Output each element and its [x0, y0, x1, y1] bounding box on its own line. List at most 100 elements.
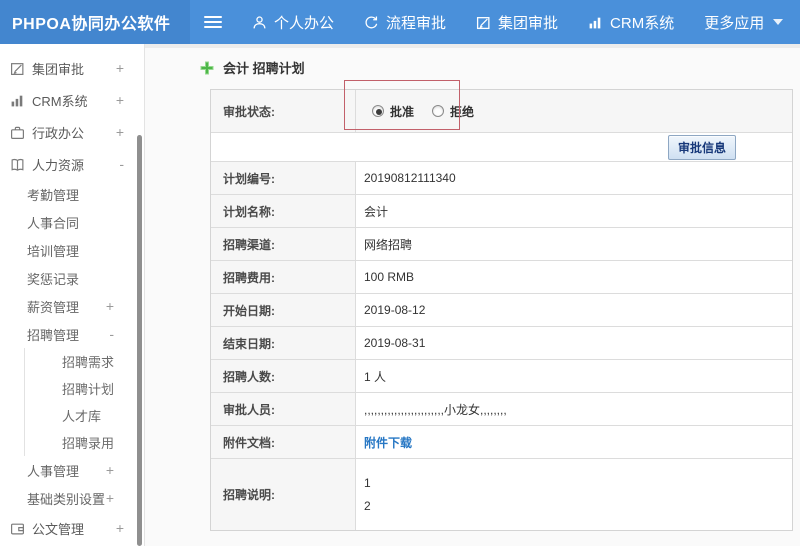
field-label: 招聘人数: — [211, 360, 356, 392]
field-value: ,,,,,,,,,,,,,,,,,,,,,,,,小龙女,,,,,,,, — [356, 393, 792, 425]
sidebar-item-salary-mgmt[interactable]: 薪资管理 + — [0, 292, 144, 320]
nav-item-group-approval[interactable]: 集团审批 — [476, 12, 558, 33]
sidebar-item-admin-office[interactable]: 行政办公 + — [0, 116, 144, 148]
sidebar-item-group-approval[interactable]: 集团审批 + — [0, 52, 144, 84]
expand-toggle-icon[interactable]: + — [106, 462, 114, 478]
form-row-plan-number: 计划编号: 20190812111340 — [211, 162, 792, 195]
sidebar-item-document-mgmt[interactable]: 公文管理 + — [0, 512, 144, 544]
topbar: PHPOA协同办公软件 个人办公 流程审批 集团审批 CRM系统 更多应用 — [0, 0, 800, 44]
sidebar-item-label: 招聘计划 — [62, 382, 115, 397]
form-row-approve-button: 审批信息 — [211, 133, 792, 162]
collapse-toggle-icon[interactable]: - — [109, 326, 114, 342]
expand-toggle-icon[interactable]: + — [116, 124, 124, 140]
sidebar-item-attendance-mgmt[interactable]: 考勤管理 — [0, 180, 144, 208]
edit-icon — [11, 62, 24, 75]
hamburger-menu-icon[interactable] — [204, 13, 222, 31]
nav-label: CRM系统 — [610, 14, 675, 32]
sidebar-item-training-mgmt[interactable]: 培训管理 — [0, 236, 144, 264]
radio-unchecked-icon[interactable] — [432, 105, 445, 117]
sidebar-item-label: 人事管理 — [27, 463, 80, 479]
radio-checked-icon[interactable] — [372, 105, 384, 117]
sidebar-item-recruit-hiring[interactable]: 招聘录用 — [24, 429, 144, 456]
description-line: 2 — [364, 499, 371, 513]
radio-approve[interactable]: 批准 — [372, 103, 414, 120]
sidebar-item-label: 培训管理 — [27, 243, 80, 259]
collapse-toggle-icon[interactable]: - — [119, 156, 124, 172]
expand-toggle-icon[interactable]: + — [116, 60, 124, 76]
sidebar-item-label: 集团审批 — [32, 61, 85, 77]
radio-reject-label: 拒绝 — [450, 104, 475, 119]
expand-toggle-icon[interactable]: + — [106, 490, 114, 506]
book-icon — [11, 158, 24, 171]
field-value: 2019-08-12 — [356, 294, 792, 326]
field-label: 审批人员: — [211, 393, 356, 425]
sidebar-item-recruit-demand[interactable]: 招聘需求 — [24, 348, 144, 375]
form-row-status: 审批状态: 批准 拒绝 — [211, 90, 792, 133]
attachment-download-link[interactable]: 附件下载 — [364, 434, 412, 451]
field-label: 招聘渠道: — [211, 228, 356, 260]
form-row-recruit-channel: 招聘渠道: 网络招聘 — [211, 228, 792, 261]
field-value: 1 人 — [356, 360, 792, 392]
field-label: 计划名称: — [211, 195, 356, 227]
sidebar-item-recruit-mgmt[interactable]: 招聘管理 - — [0, 320, 144, 348]
field-label: 审批状态: — [211, 90, 356, 132]
bar-chart-icon — [589, 17, 601, 28]
nav-item-process-approval[interactable]: 流程审批 — [364, 12, 446, 33]
sidebar-item-personnel-mgmt[interactable]: 人事管理 + — [0, 456, 144, 484]
top-nav: 个人办公 流程审批 集团审批 CRM系统 更多应用 — [252, 12, 784, 33]
nav-item-personal-office[interactable]: 个人办公 — [252, 12, 334, 33]
sidebar-item-label: 公文管理 — [32, 521, 85, 537]
person-icon — [253, 15, 266, 28]
field-value: 2019-08-31 — [356, 327, 792, 359]
edit-icon — [476, 16, 490, 29]
expand-toggle-icon[interactable]: + — [106, 298, 114, 314]
sidebar-item-label: 奖惩记录 — [27, 271, 80, 287]
form-row-attachment: 附件文档: 附件下载 — [211, 426, 792, 459]
field-value: 1 2 — [356, 459, 792, 530]
field-label: 附件文档: — [211, 426, 356, 458]
approve-info-button[interactable]: 审批信息 — [667, 134, 736, 160]
add-plus-icon[interactable] — [200, 61, 214, 75]
sidebar: 集团审批 + CRM系统 + 行政办公 + 人力资源 - 考勤管理 人事合同 培… — [0, 44, 145, 546]
nav-item-crm-system[interactable]: CRM系统 — [588, 12, 674, 33]
sidebar-item-human-resources[interactable]: 人力资源 - — [0, 148, 144, 180]
sidebar-scrollbar[interactable] — [137, 135, 142, 546]
sidebar-item-label: 人事合同 — [27, 215, 80, 231]
page-title-text: 会计 招聘计划 — [223, 61, 305, 76]
sidebar-item-talent-pool[interactable]: 人才库 — [24, 402, 144, 429]
sidebar-item-reward-records[interactable]: 奖惩记录 — [0, 264, 144, 292]
field-label: 计划编号: — [211, 162, 356, 194]
sidebar-item-crm-system[interactable]: CRM系统 + — [0, 84, 144, 116]
main-content: 会计 招聘计划 审批状态: 批准 拒绝 审批信息 计划编号: 201908121… — [145, 44, 800, 546]
caret-down-icon — [773, 19, 784, 25]
nav-label: 个人办公 — [274, 14, 335, 32]
sidebar-item-hr-contracts[interactable]: 人事合同 — [0, 208, 144, 236]
sidebar-item-label: 人才库 — [62, 409, 102, 424]
field-label: 开始日期: — [211, 294, 356, 326]
form-row-headcount: 招聘人数: 1 人 — [211, 360, 792, 393]
field-value: 会计 — [356, 195, 792, 227]
form-row-end-date: 结束日期: 2019-08-31 — [211, 327, 792, 360]
radio-reject[interactable]: 拒绝 — [432, 103, 474, 120]
page-title: 会计 招聘计划 — [200, 58, 305, 77]
sidebar-item-label: 薪资管理 — [27, 299, 80, 315]
nav-label: 更多应用 — [704, 14, 765, 32]
field-value: 附件下载 — [356, 426, 792, 458]
form-row-approvers: 审批人员: ,,,,,,,,,,,,,,,,,,,,,,,,小龙女,,,,,,,… — [211, 393, 792, 426]
sidebar-item-base-category-settings[interactable]: 基础类别设置 + — [0, 484, 144, 512]
field-label: 招聘费用: — [211, 261, 356, 293]
expand-toggle-icon[interactable]: + — [116, 520, 124, 536]
bar-chart-icon — [11, 95, 23, 106]
sidebar-item-label: 招聘录用 — [62, 436, 115, 451]
nav-item-more-apps[interactable]: 更多应用 — [704, 12, 784, 33]
recruit-plan-form: 审批状态: 批准 拒绝 审批信息 计划编号: 20190812111340 计划… — [210, 89, 793, 531]
sidebar-item-recruit-plan[interactable]: 招聘计划 — [24, 375, 144, 402]
radio-approve-label: 批准 — [390, 104, 415, 119]
sidebar-item-label: 考勤管理 — [27, 187, 80, 203]
description-line: 1 — [364, 476, 371, 490]
sidebar-item-label: 行政办公 — [32, 125, 85, 141]
document-icon — [11, 523, 24, 534]
field-value: 100 RMB — [356, 261, 792, 293]
expand-toggle-icon[interactable]: + — [116, 92, 124, 108]
field-label: 结束日期: — [211, 327, 356, 359]
